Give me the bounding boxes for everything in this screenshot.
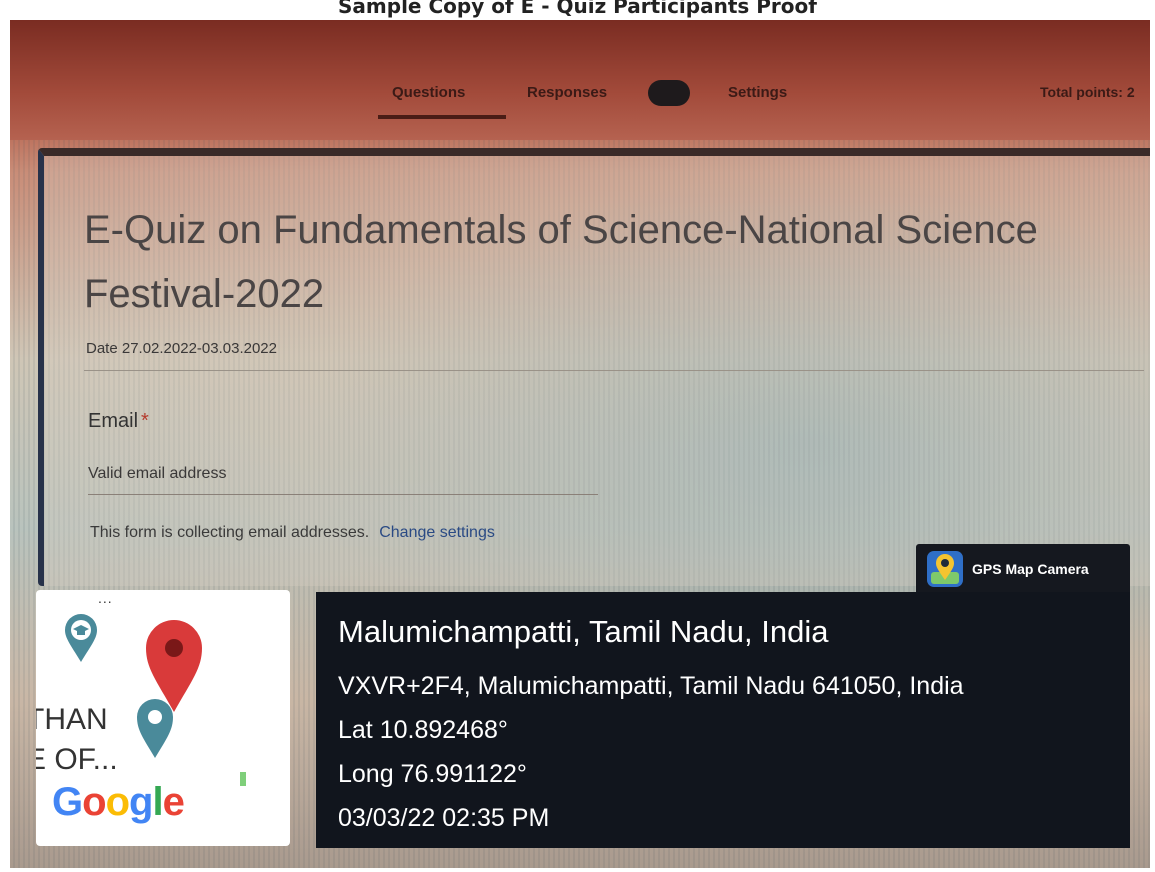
- tab-questions[interactable]: Questions: [392, 84, 465, 101]
- thumbnail-menu-dots: ...: [98, 590, 113, 606]
- responses-count-badge: [648, 80, 690, 106]
- email-label-text: Email: [88, 410, 139, 432]
- map-partial-line-1: THAN: [36, 703, 108, 736]
- collecting-email-text: This form is collecting email addresses.: [90, 524, 370, 541]
- gps-info-panel: Malumichampatti, Tamil Nadu, India VXVR+…: [316, 592, 1130, 848]
- total-points: Total points: 2: [1040, 84, 1135, 100]
- longitude: Long 76.991122°: [338, 760, 527, 788]
- gps-app-label: GPS Map Camera: [916, 544, 1130, 596]
- form-top-bar: Questions Responses Settings Total point…: [10, 20, 1150, 140]
- google-logo: Google: [52, 780, 185, 824]
- tab-responses[interactable]: Responses: [527, 84, 607, 101]
- divider: [84, 370, 1144, 371]
- map-partial-text: THAN E OF...: [36, 700, 118, 780]
- blue-map-pin-icon: [137, 699, 173, 758]
- gps-app-name: GPS Map Camera: [972, 561, 1089, 577]
- green-marker: [240, 772, 246, 786]
- change-settings-link[interactable]: Change settings: [379, 524, 495, 541]
- timestamp: 03/03/22 02:35 PM: [338, 804, 550, 832]
- active-tab-indicator: [378, 115, 506, 119]
- document-caption: Sample Copy of E - Quiz Participants Pro…: [338, 0, 817, 18]
- gps-map-camera-icon: [927, 551, 963, 587]
- latitude: Lat 10.892468°: [338, 716, 508, 744]
- tab-settings[interactable]: Settings: [728, 84, 787, 101]
- form-title[interactable]: E-Quiz on Fundamentals of Science-Nation…: [84, 198, 1044, 326]
- screen-photo: Questions Responses Settings Total point…: [10, 20, 1150, 868]
- collecting-email-notice: This form is collecting email addresses.…: [90, 524, 495, 542]
- email-question-label: Email *: [88, 410, 149, 433]
- map-partial-line-2: E OF...: [36, 743, 118, 776]
- email-field[interactable]: [88, 454, 598, 495]
- location-address: VXVR+2F4, Malumichampatti, Tamil Nadu 64…: [338, 672, 964, 700]
- map-thumbnail: ... THAN E OF... Google: [36, 590, 290, 846]
- location-title: Malumichampatti, Tamil Nadu, India: [338, 614, 829, 649]
- required-asterisk: *: [141, 410, 149, 432]
- form-description[interactable]: Date 27.02.2022-03.03.2022: [86, 340, 277, 357]
- form-header-card: E-Quiz on Fundamentals of Science-Nation…: [38, 148, 1150, 586]
- graduation-cap-pin-icon: [65, 614, 97, 662]
